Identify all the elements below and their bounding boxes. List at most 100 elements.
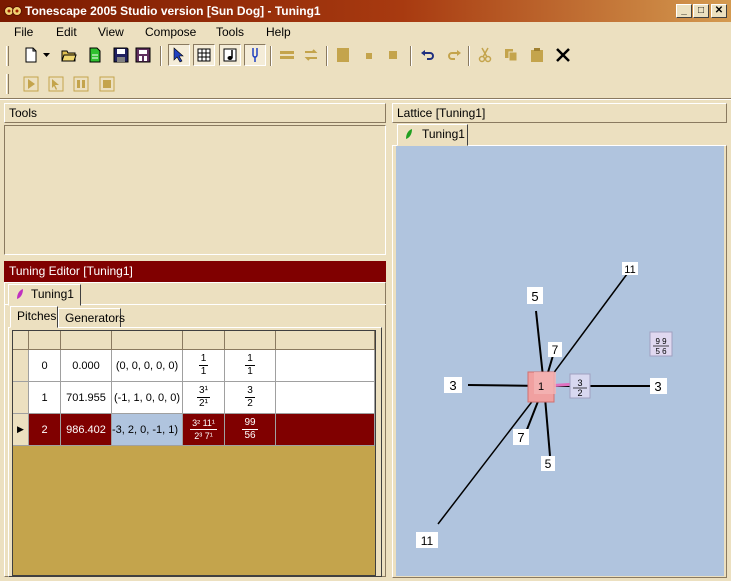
pitch-index-cell[interactable]: 1 bbox=[29, 382, 61, 414]
scissors-icon bbox=[478, 47, 492, 63]
menu-view[interactable]: View bbox=[98, 25, 124, 39]
pitch-factor-cell[interactable]: 3² 11¹ 2³ 7¹ bbox=[183, 414, 225, 446]
block-medium-button[interactable] bbox=[382, 44, 404, 66]
label-eleven-bottom: 11 bbox=[416, 532, 438, 548]
svg-text:11: 11 bbox=[421, 534, 434, 548]
menu-help[interactable]: Help bbox=[266, 25, 291, 39]
save-button[interactable] bbox=[110, 44, 132, 66]
tuning-fork-button[interactable] bbox=[244, 44, 266, 66]
tuning-fork-icon bbox=[252, 48, 258, 62]
pitch-ratio-cell[interactable]: 11 bbox=[225, 350, 276, 382]
menu-tools[interactable]: Tools bbox=[216, 25, 244, 39]
tab-generators[interactable]: Generators bbox=[58, 308, 125, 328]
tuning-editor-doc-tab[interactable]: Tuning1 bbox=[8, 284, 81, 306]
label-three-left: 3 bbox=[444, 377, 462, 393]
lattice-canvas[interactable]: 9 9 5 6 3 2 1 11 5 7 3 3 7 5 11 bbox=[396, 146, 724, 576]
menu-compose[interactable]: Compose bbox=[145, 25, 196, 39]
pitch-extra-cell[interactable] bbox=[276, 414, 375, 446]
row-indicator-cell[interactable] bbox=[13, 382, 29, 414]
open-file-button[interactable] bbox=[58, 44, 80, 66]
pitch-extra-cell[interactable] bbox=[276, 382, 375, 414]
minimize-button[interactable]: _ bbox=[676, 4, 692, 18]
copy-icon bbox=[505, 49, 518, 62]
grid-tool-button[interactable] bbox=[193, 44, 215, 66]
label-eleven-top: 11 bbox=[622, 262, 638, 276]
new-file-button[interactable] bbox=[20, 44, 42, 66]
table-row[interactable]: 1 701.955 (-1, 1, 0, 0, 0) 3¹ 2¹ 32 bbox=[13, 382, 375, 414]
note-tool-button[interactable] bbox=[219, 44, 241, 66]
tuning-editor-header: Tuning Editor [Tuning1] bbox=[4, 261, 386, 282]
grid-header-cell[interactable] bbox=[61, 331, 112, 350]
grid-header-cell[interactable] bbox=[29, 331, 61, 350]
new-dropdown-button[interactable] bbox=[40, 44, 52, 66]
lattice-graph[interactable]: 9 9 5 6 3 2 1 11 5 7 3 3 7 5 11 bbox=[396, 146, 724, 576]
block-small-button[interactable] bbox=[358, 44, 380, 66]
factor-fraction: 11 bbox=[198, 354, 209, 377]
pitch-cents-cell[interactable]: 986.402 bbox=[61, 414, 112, 446]
copy-button[interactable] bbox=[500, 44, 522, 66]
toolbar-grip[interactable] bbox=[6, 74, 9, 94]
node-99-56[interactable]: 9 9 5 6 bbox=[649, 331, 673, 357]
small-block-icon bbox=[366, 53, 372, 59]
block-large-button[interactable] bbox=[332, 44, 354, 66]
undo-button[interactable] bbox=[417, 44, 439, 66]
factor-denominator: 2¹ bbox=[199, 398, 208, 409]
close-button[interactable]: ✕ bbox=[711, 4, 727, 18]
open-folder-icon bbox=[61, 50, 77, 62]
factor-numerator: 3² 11¹ bbox=[190, 418, 217, 430]
pitch-vector-cell[interactable]: (-1, 1, 0, 0, 0) bbox=[112, 382, 183, 414]
table-row[interactable]: 0 0.000 (0, 0, 0, 0, 0) 11 11 bbox=[13, 350, 375, 382]
pitch-index-cell[interactable]: 2 bbox=[29, 414, 61, 446]
pitch-ratio-cell[interactable]: 99 56 bbox=[225, 414, 276, 446]
play-button[interactable] bbox=[20, 73, 42, 95]
menu-edit[interactable]: Edit bbox=[56, 25, 77, 39]
row-indicator-cell[interactable]: ▶ bbox=[13, 414, 29, 446]
save-all-button[interactable] bbox=[132, 44, 154, 66]
open-tuning-button[interactable] bbox=[84, 44, 106, 66]
play-from-cursor-button[interactable] bbox=[45, 73, 67, 95]
root-node[interactable]: 1 bbox=[527, 371, 556, 403]
toolbar-separator bbox=[160, 46, 162, 66]
delete-button[interactable] bbox=[552, 44, 574, 66]
row-indicator-cell[interactable] bbox=[13, 350, 29, 382]
factor-fraction: 3² 11¹ 2³ 7¹ bbox=[190, 418, 217, 441]
select-tool-button[interactable] bbox=[168, 44, 190, 66]
pitch-vector-cell[interactable]: -3, 2, 0, -1, 1) bbox=[112, 414, 183, 446]
swap-button[interactable] bbox=[300, 44, 322, 66]
svg-text:11: 11 bbox=[624, 264, 635, 276]
redo-button[interactable] bbox=[443, 44, 465, 66]
menu-file[interactable]: File bbox=[14, 25, 33, 39]
paste-button[interactable] bbox=[526, 44, 548, 66]
stop-button[interactable] bbox=[96, 73, 118, 95]
pitch-cents-cell[interactable]: 701.955 bbox=[61, 382, 112, 414]
pitch-ratio-cell[interactable]: 32 bbox=[225, 382, 276, 414]
factor-denominator: 1 bbox=[200, 366, 207, 377]
lattice-doc-tab[interactable]: Tuning1 bbox=[397, 124, 468, 146]
maximize-button[interactable]: □ bbox=[693, 4, 709, 18]
pitch-cents-cell[interactable]: 0.000 bbox=[61, 350, 112, 382]
grid-header-cell[interactable] bbox=[276, 331, 375, 350]
ratio-fraction: 11 bbox=[245, 354, 255, 377]
lattice-doc-tab-label: Tuning1 bbox=[422, 127, 465, 141]
pitch-factor-cell[interactable]: 11 bbox=[183, 350, 225, 382]
align-button[interactable] bbox=[276, 44, 298, 66]
pitches-grid[interactable]: 0 0.000 (0, 0, 0, 0, 0) 11 11 1 701.955 … bbox=[12, 330, 376, 576]
grid-header-cell[interactable] bbox=[225, 331, 276, 350]
table-row-selected[interactable]: ▶ 2 986.402 -3, 2, 0, -1, 1) 3² 11¹ 2³ 7¹… bbox=[13, 414, 375, 446]
cut-button[interactable] bbox=[474, 44, 496, 66]
dropdown-arrow-icon bbox=[42, 53, 50, 57]
node-3-2[interactable]: 3 2 bbox=[569, 373, 591, 399]
pause-icon bbox=[73, 76, 89, 92]
pitch-index-cell[interactable]: 0 bbox=[29, 350, 61, 382]
grid-header-cell[interactable] bbox=[183, 331, 225, 350]
pitch-vector-cell[interactable]: (0, 0, 0, 0, 0) bbox=[112, 350, 183, 382]
delete-x-icon bbox=[556, 48, 570, 62]
tab-pitches[interactable]: Pitches bbox=[10, 306, 58, 328]
toolbar-grip[interactable] bbox=[6, 46, 9, 66]
pitch-factor-cell[interactable]: 3¹ 2¹ bbox=[183, 382, 225, 414]
pitch-extra-cell[interactable] bbox=[276, 350, 375, 382]
pause-button[interactable] bbox=[70, 73, 92, 95]
grid-header-cell[interactable] bbox=[112, 331, 183, 350]
large-block-icon bbox=[337, 48, 349, 62]
ratio-denominator: 56 bbox=[244, 430, 256, 441]
